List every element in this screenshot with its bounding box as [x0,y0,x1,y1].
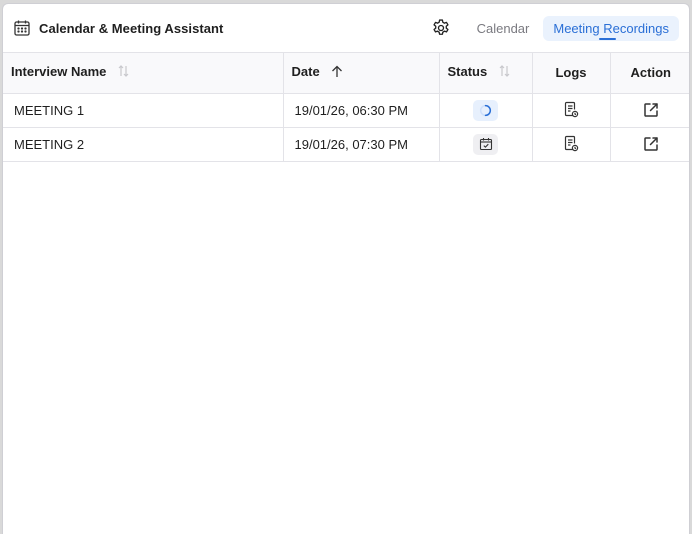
status-cell [439,127,533,162]
status-loading-icon [473,99,498,121]
app-title: Calendar & Meeting Assistant [39,20,224,36]
table-header-row: Interview Name Date Status Logs Action [3,53,689,94]
settings-gear-icon[interactable] [431,18,451,38]
column-header-status[interactable]: Status [439,53,533,94]
open-external-icon[interactable] [641,134,661,154]
sort-unsorted-icon[interactable] [499,64,510,81]
action-cell [610,127,689,162]
column-header-action: Action [610,53,689,94]
column-header-interview-name[interactable]: Interview Name [3,53,284,94]
logs-cell [532,127,611,162]
app-header: Calendar & Meeting Assistant Calendar Me… [3,4,689,53]
date-cell: 19/01/26, 07:30 PM [283,127,440,162]
app-window: Calendar & Meeting Assistant Calendar Me… [2,3,690,534]
status-cell [439,93,533,128]
tab-calendar[interactable]: Calendar [467,16,540,41]
interview-name-cell: MEETING 2 [3,127,284,162]
interview-name-cell: MEETING 1 [3,93,284,128]
column-header-logs: Logs [532,53,611,94]
table-row: MEETING 2 19/01/26, 07:30 PM [3,127,689,162]
logs-cell [532,93,611,128]
tab-meeting-recordings[interactable]: Meeting Recordings [543,15,679,41]
column-header-date[interactable]: Date [283,53,440,94]
calendar-icon [13,19,31,37]
recordings-table: Interview Name Date Status Logs Action M… [3,53,689,162]
log-document-icon[interactable] [561,134,581,154]
action-cell [610,93,689,128]
log-document-icon[interactable] [561,100,581,120]
column-header-label: Status [447,64,488,80]
tab-meeting-recordings-label: Meeting Recordings [553,20,669,36]
status-scheduled-calendar-check-icon [473,133,498,155]
table-row: MEETING 1 19/01/26, 06:30 PM [3,93,689,128]
active-tab-indicator [599,37,617,40]
sort-unsorted-icon[interactable] [118,64,129,81]
date-cell: 19/01/26, 06:30 PM [283,93,440,128]
open-external-icon[interactable] [641,100,661,120]
column-header-label: Interview Name [11,64,107,80]
column-header-label: Date [291,64,320,80]
sort-ascending-icon[interactable] [331,65,343,81]
